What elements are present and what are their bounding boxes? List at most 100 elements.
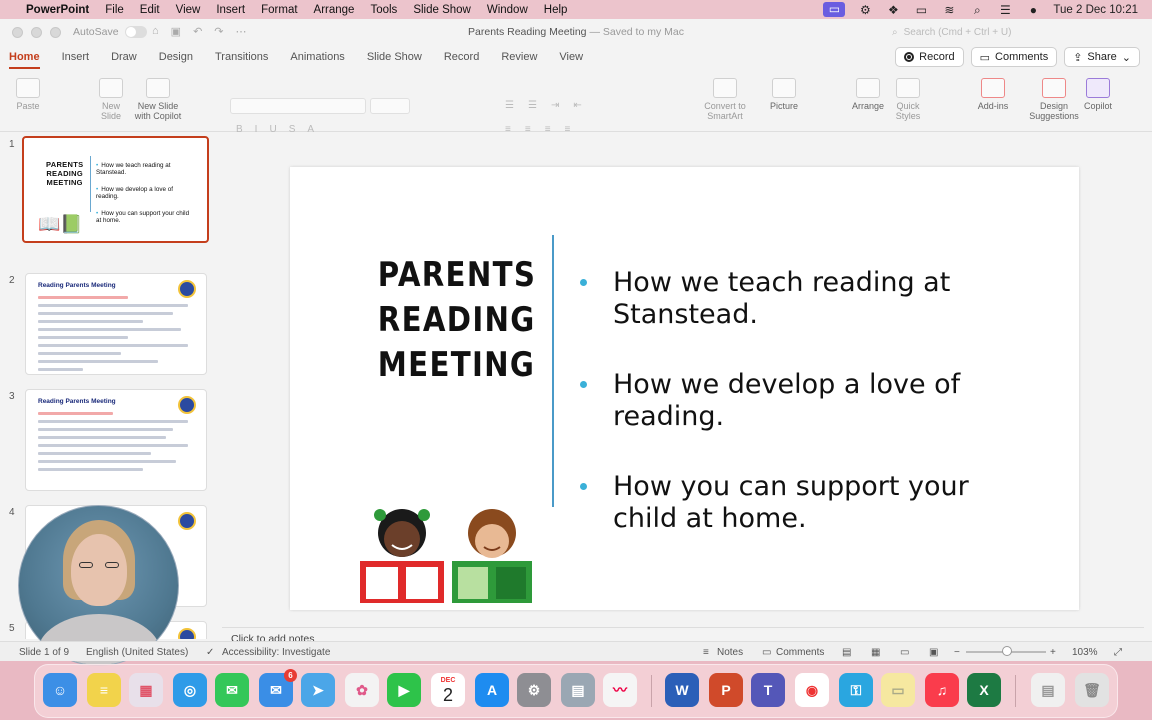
saved-status: — Saved to my Mac (589, 26, 684, 38)
teams-icon[interactable]: T (751, 673, 785, 707)
tab-design[interactable]: Design (159, 45, 193, 69)
font-size-select[interactable] (370, 98, 410, 114)
slide-bullet-list[interactable]: How we teach reading at Stanstead. How w… (580, 267, 1000, 573)
tab-draw[interactable]: Draw (111, 45, 137, 69)
zoom-in-icon[interactable]: + (1050, 647, 1056, 658)
zoom-level[interactable]: 103% (1072, 647, 1098, 658)
tab-home[interactable]: Home (9, 45, 40, 69)
preview-icon[interactable]: ▤ (561, 673, 595, 707)
reading-view-icon[interactable]: ▭ (900, 647, 909, 658)
menu-help[interactable]: Help (544, 4, 568, 16)
design-suggestions-button[interactable]: Design Suggestions (1026, 78, 1082, 121)
copilot-button[interactable]: Copilot (1082, 78, 1114, 111)
presenter-view-icon[interactable]: ▣ (929, 647, 938, 658)
bullets-icon[interactable]: ☰ (505, 100, 514, 111)
slide-thumbnail-3[interactable]: Reading Parents Meeting (25, 389, 207, 491)
tab-insert[interactable]: Insert (62, 45, 90, 69)
notes-toggle[interactable]: Notes (717, 647, 743, 658)
siri-icon[interactable]: ● (1025, 4, 1041, 16)
zoom-out-icon[interactable]: − (954, 647, 960, 658)
tab-review[interactable]: Review (501, 45, 537, 69)
slide-sorter-icon[interactable]: ▦ (871, 647, 880, 658)
dropbox-icon[interactable]: ❖ (885, 4, 901, 16)
slide-bullet[interactable]: How we teach reading at Stanstead. (580, 267, 1000, 331)
comments-button[interactable]: ▭ Comments (970, 47, 1058, 67)
finder-icon[interactable]: ☺ (43, 673, 77, 707)
font-family-select[interactable] (230, 98, 366, 114)
trash-icon[interactable]: 🗑 (1075, 673, 1109, 707)
menu-tools[interactable]: Tools (370, 4, 397, 16)
menu-arrange[interactable]: Arrange (314, 4, 355, 16)
safari-icon[interactable]: ◎ (173, 673, 207, 707)
battery-icon[interactable]: ▭ (913, 4, 929, 16)
word-icon[interactable]: W (665, 673, 699, 707)
app-store-icon[interactable]: A (475, 673, 509, 707)
gear-icon[interactable]: ⚙ (857, 4, 873, 16)
messages-icon[interactable]: ✉ (215, 673, 249, 707)
menu-format[interactable]: Format (261, 4, 297, 16)
menu-insert[interactable]: Insert (216, 4, 245, 16)
tab-slide-show[interactable]: Slide Show (367, 45, 422, 69)
numbering-icon[interactable]: ☰ (528, 100, 537, 111)
facetime-icon[interactable]: ▶ (387, 673, 421, 707)
menu-window[interactable]: Window (487, 4, 528, 16)
powerpoint-icon[interactable]: P (709, 673, 743, 707)
zoom-slider-handle[interactable] (1002, 646, 1012, 656)
menu-slide-show[interactable]: Slide Show (413, 4, 471, 16)
arrange-button[interactable]: Arrange (850, 78, 886, 111)
notes-app-icon[interactable]: ≡ (87, 673, 121, 707)
menu-view[interactable]: View (176, 4, 201, 16)
picture-button[interactable]: Picture (766, 78, 802, 111)
menu-edit[interactable]: Edit (140, 4, 160, 16)
stickies-icon[interactable]: ▭ (881, 673, 915, 707)
tab-transitions[interactable]: Transitions (215, 45, 268, 69)
slide-title[interactable]: PARENTS READING MEETING (378, 253, 535, 388)
excel-icon[interactable]: X (967, 673, 1001, 707)
share-button[interactable]: ⇪ Share ⌄ (1064, 47, 1140, 67)
menu-file[interactable]: File (105, 4, 124, 16)
record-button[interactable]: Record (895, 47, 964, 67)
slide-thumbnail-2[interactable]: Reading Parents Meeting (25, 273, 207, 375)
comments-toggle[interactable]: Comments (776, 647, 824, 658)
children-reading-illustration[interactable] (352, 503, 534, 605)
photos-icon[interactable]: ✿ (345, 673, 379, 707)
search-input[interactable]: ⌕ Search (Cmd + Ctrl + U) (888, 25, 1138, 40)
menubar-clock[interactable]: Tue 2 Dec 10:21 (1053, 4, 1138, 16)
paste-button[interactable]: Paste (14, 78, 42, 111)
menu-app[interactable]: PowerPoint (26, 4, 89, 16)
launchpad-icon[interactable]: ▦ (129, 673, 163, 707)
tab-animations[interactable]: Animations (290, 45, 344, 69)
slide-bullet[interactable]: How we develop a love of reading. (580, 369, 1000, 433)
tab-view[interactable]: View (559, 45, 583, 69)
accessibility-status[interactable]: Accessibility: Investigate (222, 647, 330, 658)
new-slide-copilot-button[interactable]: New Slide with Copilot (132, 78, 184, 121)
system-settings-icon[interactable]: ⚙ (517, 673, 551, 707)
slide-bullet[interactable]: How you can support your child at home. (580, 471, 1000, 535)
addins-button[interactable]: Add-ins (974, 78, 1012, 111)
maps-icon[interactable]: ➤ (301, 673, 335, 707)
freeform-icon[interactable]: 〰 (603, 673, 637, 707)
normal-view-icon[interactable]: ▤ (842, 647, 851, 658)
outdent-icon[interactable]: ⇤ (573, 100, 581, 111)
tab-record[interactable]: Record (444, 45, 479, 69)
control-center-icon[interactable]: ☰ (997, 4, 1013, 16)
current-slide[interactable]: PARENTS READING MEETING How we teach rea… (290, 167, 1079, 610)
comments-label: Comments (995, 51, 1049, 63)
convert-smartart-button[interactable]: Convert to SmartArt (700, 78, 750, 121)
slide-thumbnail-1[interactable]: PARENTS READING MEETING How we teach rea… (22, 136, 209, 243)
indent-icon[interactable]: ⇥ (551, 100, 559, 111)
quick-styles-button[interactable]: Quick Styles (892, 78, 924, 121)
wifi-icon[interactable]: ≋ (941, 4, 957, 16)
new-slide-button[interactable]: New Slide (92, 78, 130, 121)
screen-share-icon[interactable]: ▭ (823, 2, 846, 17)
search-icon[interactable]: ⌕ (969, 4, 985, 16)
language-status[interactable]: English (United States) (86, 647, 188, 658)
calendar-icon[interactable]: DEC 2 (431, 673, 465, 707)
keychain-icon[interactable]: ⚿ (839, 673, 873, 707)
picture-icon (772, 78, 796, 98)
mail-icon[interactable]: ✉ 6 (259, 669, 297, 707)
music-icon[interactable]: ♫ (925, 673, 959, 707)
fit-slide-icon[interactable]: ⤢ (1114, 647, 1122, 658)
chrome-icon[interactable]: ◉ (795, 673, 829, 707)
downloads-icon[interactable]: ▤ (1031, 673, 1065, 707)
